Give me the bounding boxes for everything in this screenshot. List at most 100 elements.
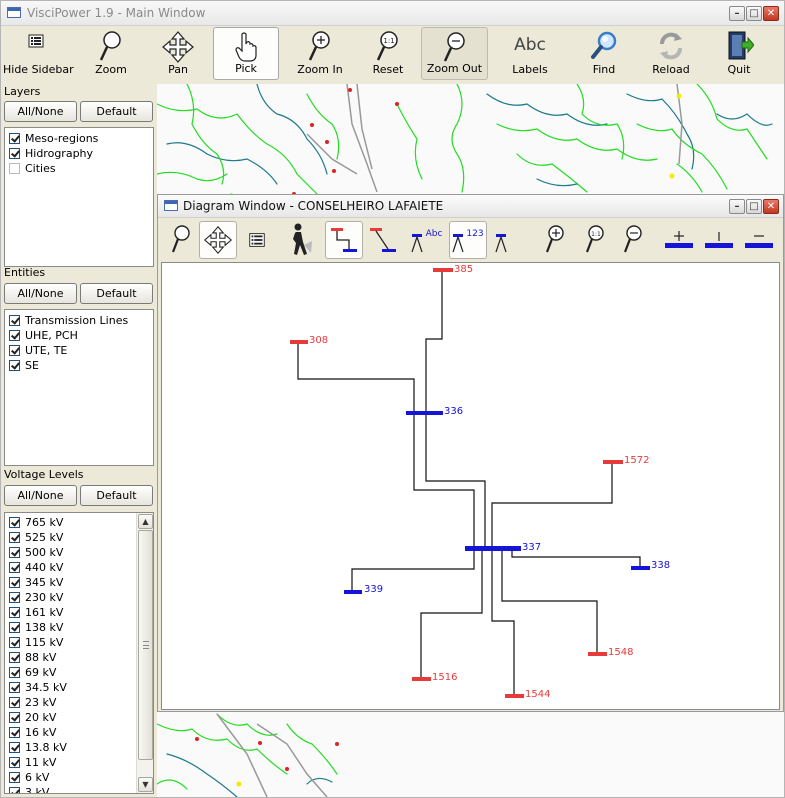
entity-item-transmission-lines[interactable]: Transmission Lines [5, 313, 153, 328]
checkbox[interactable] [9, 682, 20, 693]
voltage-item[interactable]: 500 kV [5, 545, 153, 560]
diagram-title-bar[interactable]: Diagram Window - CONSELHEIRO LAFAIETE – … [158, 195, 783, 218]
bus-1516-bar[interactable] [412, 677, 431, 681]
checkbox[interactable] [9, 697, 20, 708]
reload-button[interactable]: Reload [643, 27, 699, 80]
checkbox[interactable] [9, 652, 20, 663]
diagram-reset-button[interactable]: 1:1 [576, 221, 614, 259]
diagram-close-button[interactable]: ✕ [763, 199, 779, 214]
entity-item-se[interactable]: SE [5, 358, 153, 373]
pick-button[interactable]: Pick [213, 27, 279, 80]
main-title-bar[interactable]: VisciPower 1.9 - Main Window – □ ✕ [1, 1, 784, 26]
diagram-labels-abc-button[interactable]: Abc [408, 221, 446, 259]
checkbox[interactable] [9, 133, 20, 144]
voltage-scrollbar[interactable]: ▲ ▼ [136, 513, 153, 793]
voltage-item[interactable]: 440 kV [5, 560, 153, 575]
checkbox[interactable] [9, 532, 20, 543]
pan-button[interactable]: Pan [149, 27, 207, 80]
diagram-pan-button[interactable] [199, 221, 237, 259]
bus-1544-bar[interactable] [505, 694, 524, 698]
voltage-item[interactable]: 20 kV [5, 710, 153, 725]
voltage-item[interactable]: 34.5 kV [5, 680, 153, 695]
checkbox[interactable] [9, 667, 20, 678]
voltage-item[interactable]: 3 kV [5, 785, 153, 793]
minimize-button[interactable]: – [729, 6, 745, 21]
checkbox[interactable] [9, 562, 20, 573]
checkbox[interactable] [9, 360, 20, 371]
entity-item-ute-te[interactable]: UTE, TE [5, 343, 153, 358]
labels-button[interactable]: Abc Labels [501, 27, 559, 80]
find-button[interactable]: Find [576, 27, 632, 80]
diagram-list-button[interactable] [238, 221, 276, 259]
checkbox[interactable] [9, 577, 20, 588]
voltage-item[interactable]: 230 kV [5, 590, 153, 605]
layer-item-meso-regions[interactable]: Meso-regions [5, 131, 153, 146]
bus-339-bar[interactable] [344, 590, 362, 594]
checkbox[interactable] [9, 772, 20, 783]
zoom-button[interactable]: Zoom [83, 27, 139, 80]
voltage-default-button[interactable]: Default [80, 485, 153, 506]
voltage-item[interactable]: 161 kV [5, 605, 153, 620]
voltage-item[interactable]: 138 kV [5, 620, 153, 635]
bus-1572-bar[interactable] [603, 460, 623, 464]
entity-item-uhe-pch[interactable]: UHE, PCH [5, 328, 153, 343]
bus-336-bar[interactable] [406, 411, 443, 415]
diagram-increase-bus-button[interactable] [660, 221, 698, 259]
voltage-item[interactable]: 69 kV [5, 665, 153, 680]
scroll-thumb[interactable] [138, 530, 153, 760]
diagram-decrease-bus-button[interactable] [740, 221, 778, 259]
checkbox[interactable] [9, 637, 20, 648]
checkbox[interactable] [9, 330, 20, 341]
diagram-canvas[interactable]: 385 308 336 1572 337 338 339 1548 1516 1… [161, 262, 780, 710]
voltage-all-none-button[interactable]: All/None [4, 485, 77, 506]
checkbox[interactable] [9, 787, 20, 793]
zoom-in-button[interactable]: Zoom In [291, 27, 349, 80]
diagram-walk-button[interactable] [280, 221, 318, 259]
close-button[interactable]: ✕ [763, 6, 779, 21]
layer-item-hidrography[interactable]: Hidrography [5, 146, 153, 161]
zoom-out-button[interactable]: Zoom Out [421, 27, 488, 80]
diagram-diagonal-links-button[interactable] [364, 221, 402, 259]
diagram-neutral-bus-button[interactable] [700, 221, 738, 259]
checkbox[interactable] [9, 757, 20, 768]
checkbox[interactable] [9, 547, 20, 558]
diagram-no-labels-button[interactable] [485, 221, 523, 259]
checkbox[interactable] [9, 592, 20, 603]
reset-button[interactable]: 1:1 Reset [361, 27, 415, 80]
entities-all-none-button[interactable]: All/None [4, 283, 77, 304]
voltage-item[interactable]: 525 kV [5, 530, 153, 545]
bus-308-bar[interactable] [290, 340, 308, 344]
voltage-item[interactable]: 23 kV [5, 695, 153, 710]
bus-338-bar[interactable] [631, 566, 650, 570]
diagram-orthogonal-links-button[interactable] [325, 221, 363, 259]
diagram-labels-number-button[interactable]: 123 [449, 221, 487, 259]
bus-385-bar[interactable] [433, 268, 453, 272]
bus-1548-bar[interactable] [588, 652, 607, 656]
checkbox[interactable] [9, 622, 20, 633]
checkbox[interactable] [9, 315, 20, 326]
voltage-item[interactable]: 6 kV [5, 770, 153, 785]
checkbox[interactable] [9, 345, 20, 356]
voltage-item[interactable]: 88 kV [5, 650, 153, 665]
layer-item-cities[interactable]: Cities [5, 161, 153, 176]
layers-default-button[interactable]: Default [80, 101, 153, 122]
scroll-up-arrow-icon[interactable]: ▲ [138, 514, 153, 529]
checkbox[interactable] [9, 727, 20, 738]
diagram-zoom-button[interactable] [162, 221, 200, 259]
voltage-item[interactable]: 345 kV [5, 575, 153, 590]
diagram-minimize-button[interactable]: – [729, 199, 745, 214]
diagram-maximize-button[interactable]: □ [746, 199, 762, 214]
bus-337-bar[interactable] [465, 546, 521, 551]
checkbox[interactable] [9, 148, 20, 159]
entities-default-button[interactable]: Default [80, 283, 153, 304]
voltage-item[interactable]: 765 kV [5, 515, 153, 530]
voltage-item[interactable]: 11 kV [5, 755, 153, 770]
checkbox[interactable] [9, 163, 20, 174]
voltage-item[interactable]: 16 kV [5, 725, 153, 740]
checkbox[interactable] [9, 742, 20, 753]
checkbox[interactable] [9, 712, 20, 723]
hide-sidebar-button[interactable]: Hide Sidebar [3, 27, 74, 80]
maximize-button[interactable]: □ [746, 6, 762, 21]
diagram-zoom-out-button[interactable] [614, 221, 652, 259]
quit-button[interactable]: Quit [711, 27, 767, 80]
